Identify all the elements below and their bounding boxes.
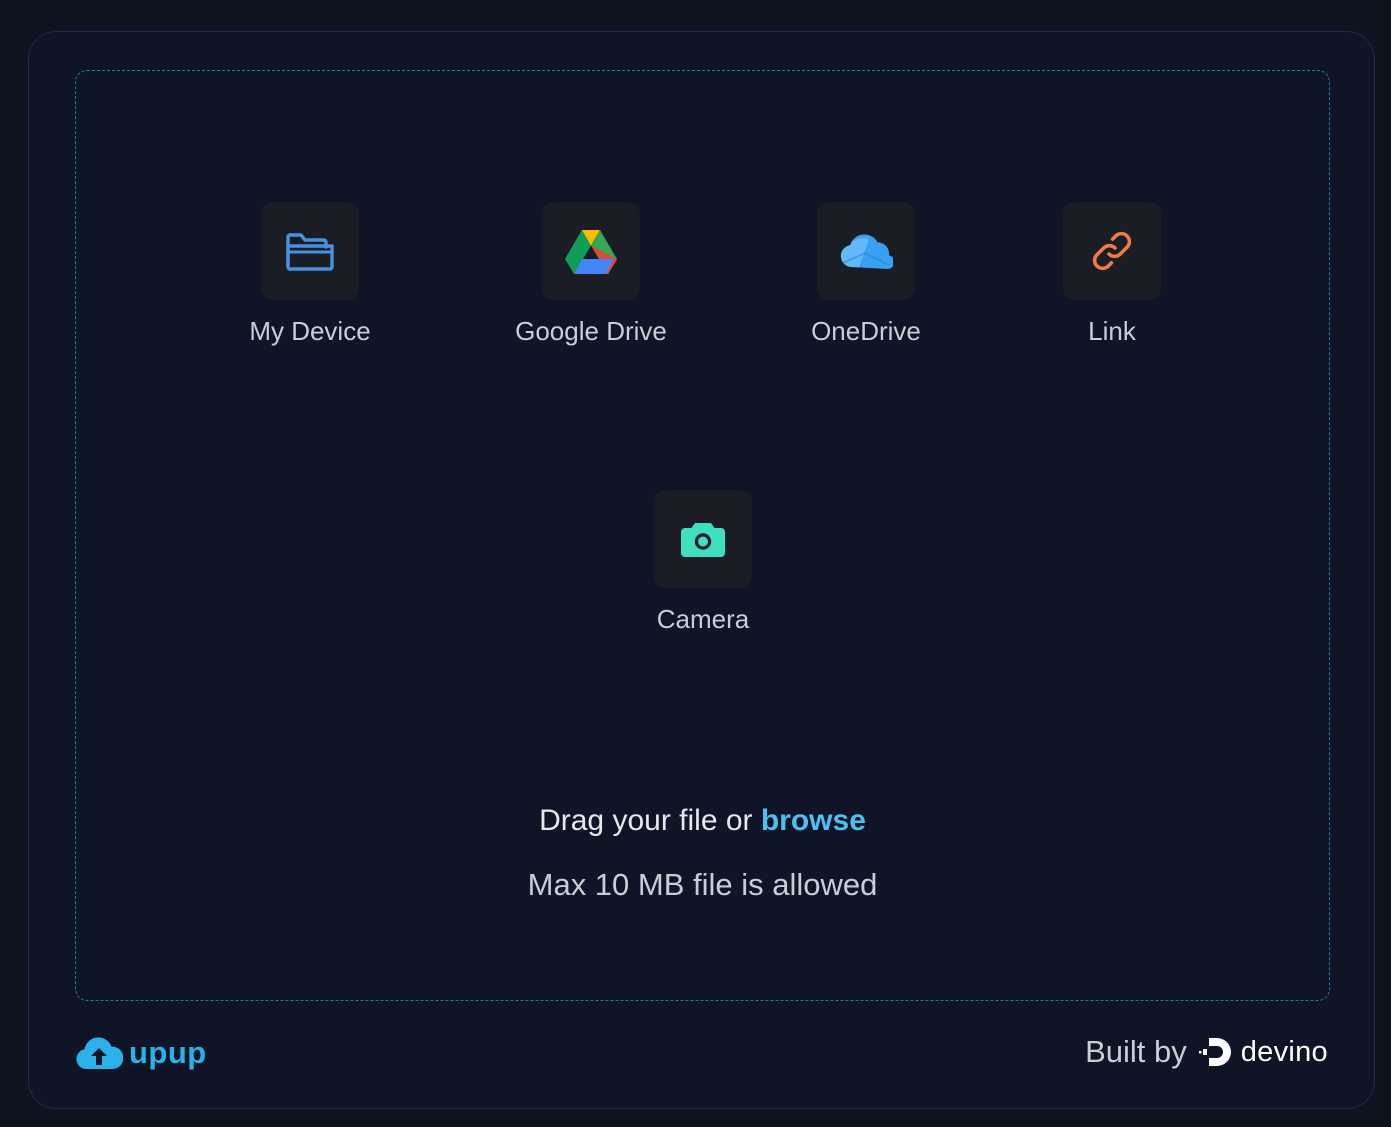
source-label: Camera bbox=[656, 604, 750, 634]
source-my-device[interactable]: My Device bbox=[210, 202, 410, 347]
source-label: Link bbox=[1088, 316, 1136, 346]
google-drive-icon bbox=[565, 230, 617, 274]
source-tile[interactable] bbox=[1063, 202, 1161, 300]
drag-hint-text: Drag your file or bbox=[539, 804, 753, 837]
dropzone[interactable]: My Device Google Drive OneDrive Link Cam… bbox=[75, 70, 1330, 1001]
built-by-label: Built by bbox=[1085, 1034, 1187, 1069]
source-label: My Device bbox=[249, 316, 371, 346]
folder-open-icon bbox=[286, 233, 334, 271]
browse-link[interactable]: browse bbox=[761, 804, 866, 837]
source-tile[interactable] bbox=[654, 490, 752, 588]
source-link[interactable]: Link bbox=[1012, 202, 1212, 347]
onedrive-icon bbox=[840, 234, 893, 269]
file-uploader: My Device Google Drive OneDrive Link Cam… bbox=[28, 31, 1375, 1109]
credit-name: devino bbox=[1240, 1035, 1328, 1068]
upup-logo[interactable]: upup bbox=[75, 1035, 207, 1071]
link-icon bbox=[1092, 231, 1132, 271]
source-label: Google Drive bbox=[515, 316, 667, 346]
source-tile[interactable] bbox=[261, 202, 359, 300]
source-camera[interactable]: Camera bbox=[603, 490, 803, 635]
drag-hint: Drag your file or browse bbox=[76, 804, 1329, 838]
cloud-upload-icon bbox=[76, 1037, 123, 1069]
source-label: OneDrive bbox=[811, 316, 921, 346]
devino-logo-icon bbox=[1198, 1038, 1231, 1066]
source-google-drive[interactable]: Google Drive bbox=[491, 202, 691, 347]
file-size-limit: Max 10 MB file is allowed bbox=[527, 867, 878, 902]
built-by-credit[interactable]: Built by devino bbox=[1085, 1034, 1328, 1070]
source-tile[interactable] bbox=[542, 202, 640, 300]
brand-name: upup bbox=[129, 1035, 207, 1070]
camera-icon bbox=[681, 523, 725, 557]
source-onedrive[interactable]: OneDrive bbox=[766, 202, 966, 347]
source-tile[interactable] bbox=[817, 202, 915, 300]
